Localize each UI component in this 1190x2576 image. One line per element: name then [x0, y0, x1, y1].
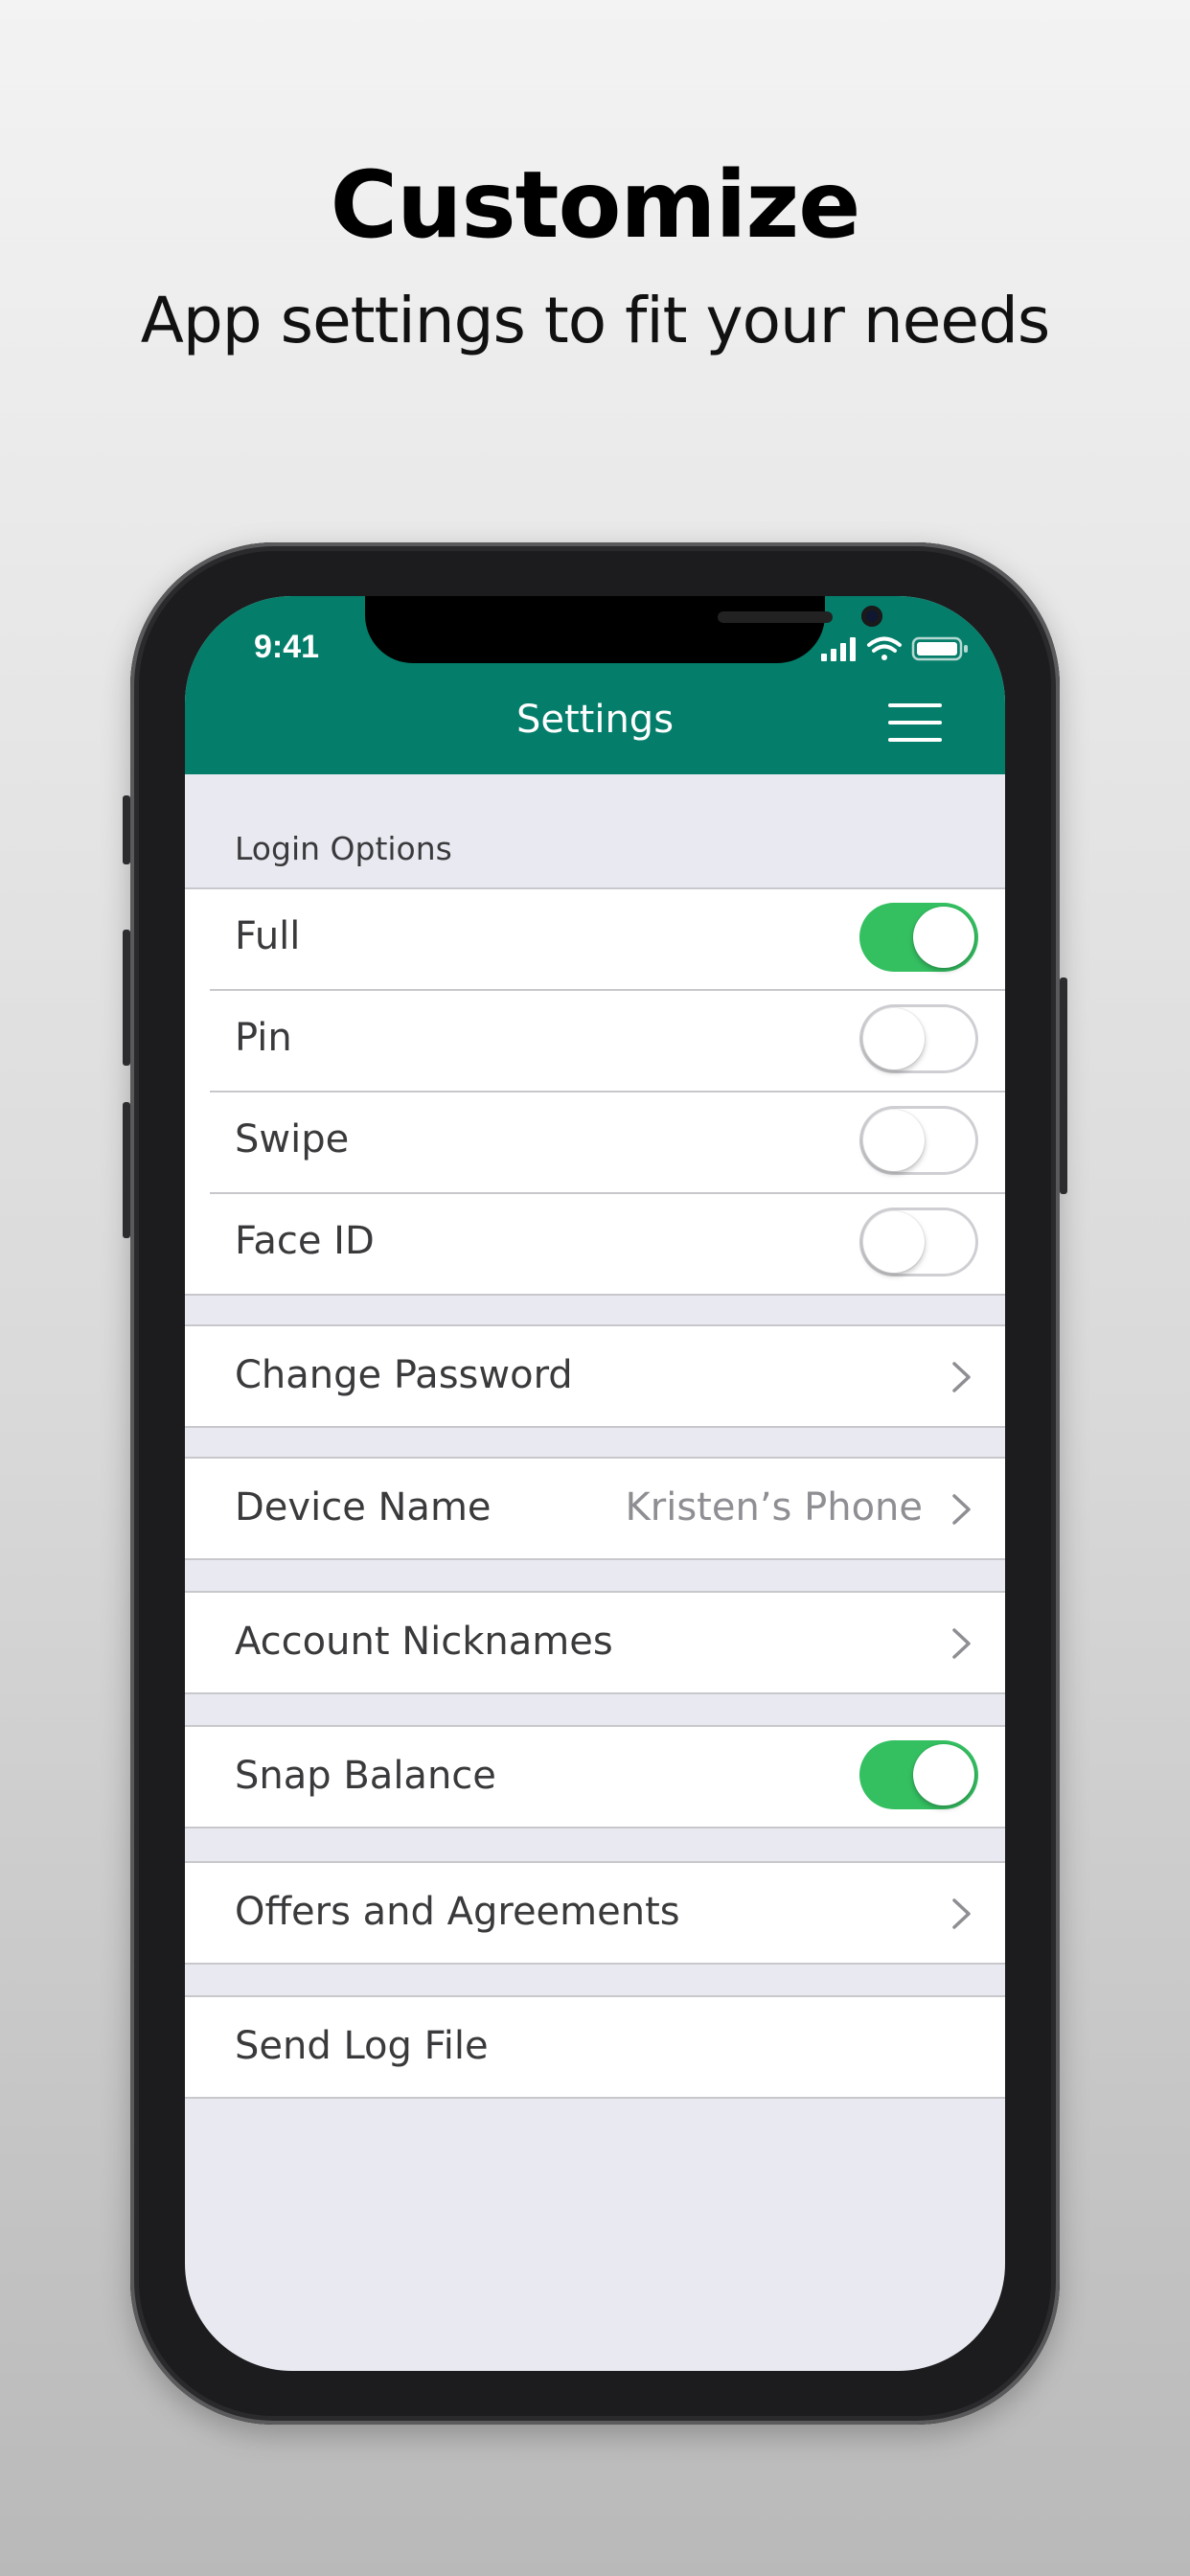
toggle-knob — [863, 1008, 925, 1070]
snap-balance-toggle[interactable] — [859, 1740, 978, 1809]
login-options-group: Full Pin Swipe Face ID — [185, 887, 1005, 1296]
signal-icon — [821, 637, 856, 661]
snap-balance-row: Snap Balance — [185, 1725, 1005, 1828]
volume-up-button — [123, 930, 130, 1066]
chevron-right-icon — [952, 1494, 971, 1525]
pin-login-toggle[interactable] — [859, 1004, 978, 1073]
change-password-label: Change Password — [235, 1353, 573, 1397]
swipe-login-toggle[interactable] — [859, 1106, 978, 1175]
option-label: Face ID — [235, 1219, 375, 1263]
toggle-knob — [863, 1110, 925, 1171]
login-option-full: Full — [210, 889, 1005, 991]
send-log-file-row[interactable]: Send Log File — [185, 1995, 1005, 2099]
silent-switch — [123, 795, 130, 864]
power-button — [1060, 978, 1067, 1194]
device-name-value: Kristen’s Phone — [625, 1485, 923, 1530]
toggle-knob — [913, 1744, 974, 1806]
offers-agreements-row[interactable]: Offers and Agreements — [185, 1861, 1005, 1965]
headline: Customize — [330, 151, 861, 259]
hamburger-menu-icon[interactable] — [888, 703, 944, 744]
login-option-face-id: Face ID — [210, 1194, 1005, 1294]
chevron-right-icon — [952, 1362, 971, 1392]
status-icons — [821, 636, 968, 661]
full-login-toggle[interactable] — [859, 903, 978, 972]
account-nicknames-row[interactable]: Account Nicknames — [185, 1591, 1005, 1694]
front-camera — [861, 606, 882, 627]
battery-icon — [911, 636, 968, 661]
option-label: Swipe — [235, 1117, 350, 1162]
status-time: 9:41 — [254, 629, 320, 665]
device-name-row[interactable]: Device Name Kristen’s Phone — [185, 1457, 1005, 1560]
chevron-right-icon — [952, 1628, 971, 1659]
change-password-row[interactable]: Change Password — [185, 1324, 1005, 1428]
snap-balance-label: Snap Balance — [235, 1754, 496, 1798]
login-option-swipe: Swipe — [210, 1092, 1005, 1194]
face-id-login-toggle[interactable] — [859, 1208, 978, 1276]
send-log-file-label: Send Log File — [235, 2024, 489, 2068]
toggle-knob — [863, 1211, 925, 1273]
login-option-pin: Pin — [210, 991, 1005, 1092]
login-options-label: Login Options — [235, 830, 452, 867]
toggle-knob — [913, 907, 974, 968]
option-label: Full — [235, 914, 301, 958]
chevron-right-icon — [952, 1898, 971, 1929]
device-name-label: Device Name — [235, 1485, 492, 1530]
subheadline: App settings to fit your needs — [140, 284, 1050, 357]
nav-title: Settings — [515, 698, 675, 742]
phone-screen: 9:41 Settings Login Options Full Pin Swi… — [185, 596, 1005, 2371]
speaker — [718, 611, 833, 623]
option-label: Pin — [235, 1016, 292, 1060]
offers-agreements-label: Offers and Agreements — [235, 1890, 680, 1934]
app-header: 9:41 Settings — [185, 596, 1005, 774]
notch — [365, 596, 882, 663]
account-nicknames-label: Account Nicknames — [235, 1620, 613, 1664]
volume-down-button — [123, 1102, 130, 1238]
wifi-icon — [867, 636, 902, 660]
